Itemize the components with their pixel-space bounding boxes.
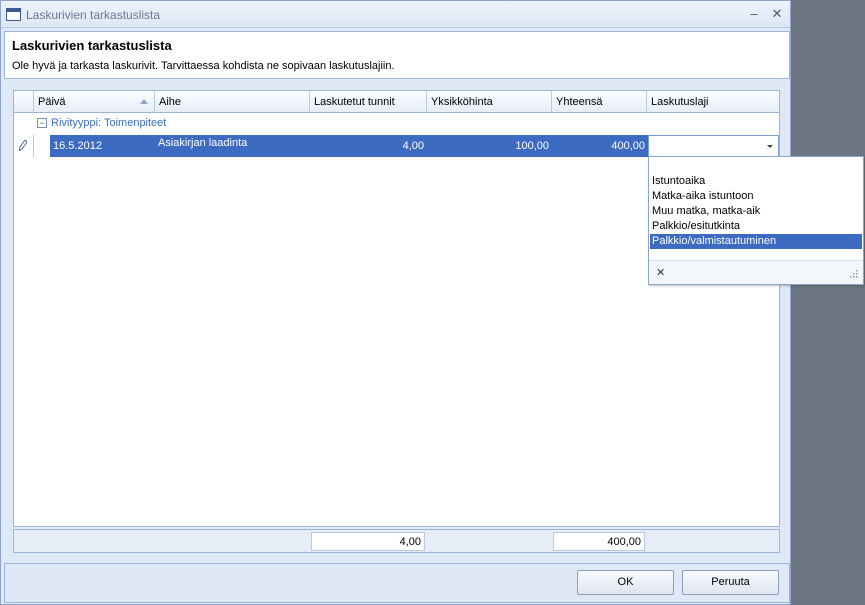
- summary-row: 4,00 400,00: [13, 529, 780, 553]
- dropdown-option[interactable]: Matka-aika istuntoon: [650, 189, 862, 204]
- page-subtitle: Ole hyvä ja tarkasta laskurivit. Tarvitt…: [12, 60, 395, 72]
- sort-ascending-icon: [140, 99, 148, 104]
- billing-type-dropdown: Istuntoaika Matka-aika istuntoon Muu mat…: [648, 156, 864, 285]
- column-header-date[interactable]: Päivä: [34, 91, 155, 113]
- dialog-window: Laskurivien tarkastuslista – ✕ Laskurivi…: [0, 0, 791, 605]
- row-indicator: [14, 135, 34, 157]
- table-row[interactable]: 16.5.2012 Asiakirjan laadinta 4,00 100,0…: [50, 135, 648, 157]
- cancel-button[interactable]: Peruuta: [682, 570, 779, 595]
- close-icon[interactable]: ✕: [656, 266, 665, 279]
- collapse-icon[interactable]: −: [37, 118, 47, 128]
- window-title: Laskurivien tarkastuslista: [26, 8, 161, 22]
- page-title: Laskurivien tarkastuslista: [12, 38, 172, 53]
- column-header-subject[interactable]: Aihe: [155, 91, 310, 113]
- column-header-label: Päivä: [38, 96, 66, 108]
- chevron-down-icon[interactable]: [767, 145, 773, 148]
- cell-total: 400,00: [611, 140, 645, 152]
- billing-type-select[interactable]: [648, 135, 779, 157]
- cell-hours: 4,00: [402, 140, 424, 152]
- title-bar[interactable]: Laskurivien tarkastuslista – ✕: [1, 1, 790, 28]
- close-button[interactable]: ✕: [768, 5, 786, 23]
- cell-subject: Asiakirjan laadinta: [158, 137, 248, 149]
- group-row[interactable]: − Rivityyppi: Toimenpiteet: [34, 114, 779, 134]
- dropdown-footer: ✕: [649, 260, 863, 284]
- column-header-hours[interactable]: Laskutetut tunnit: [310, 91, 427, 113]
- dropdown-option[interactable]: Muu matka, matka-aik: [650, 204, 862, 219]
- button-panel: OK Peruuta: [4, 563, 790, 603]
- pencil-icon: [19, 140, 27, 151]
- ok-button[interactable]: OK: [577, 570, 674, 595]
- dropdown-option[interactable]: Istuntoaika: [650, 174, 862, 189]
- minimize-button[interactable]: –: [745, 5, 763, 23]
- hours-sum: 4,00: [311, 532, 425, 551]
- column-header-total[interactable]: Yhteensä: [552, 91, 647, 113]
- dropdown-option-selected[interactable]: Palkkio/valmistautuminen: [650, 234, 862, 249]
- header-panel: Laskurivien tarkastuslista Ole hyvä ja t…: [4, 31, 790, 79]
- resize-grip-icon[interactable]: [849, 269, 858, 278]
- cell-date: 16.5.2012: [53, 140, 102, 152]
- column-header-unit-price[interactable]: Yksikköhinta: [427, 91, 552, 113]
- total-sum: 400,00: [553, 532, 645, 551]
- dropdown-option[interactable]: Palkkio/esitutkinta: [650, 219, 862, 234]
- column-header-billing-type[interactable]: Laskutuslaji: [647, 91, 779, 113]
- group-label: Rivityyppi: Toimenpiteet: [51, 117, 167, 129]
- billing-type-value: [649, 136, 759, 158]
- cell-unit-price: 100,00: [515, 140, 549, 152]
- window-icon: [6, 8, 21, 21]
- indicator-header: [14, 91, 34, 113]
